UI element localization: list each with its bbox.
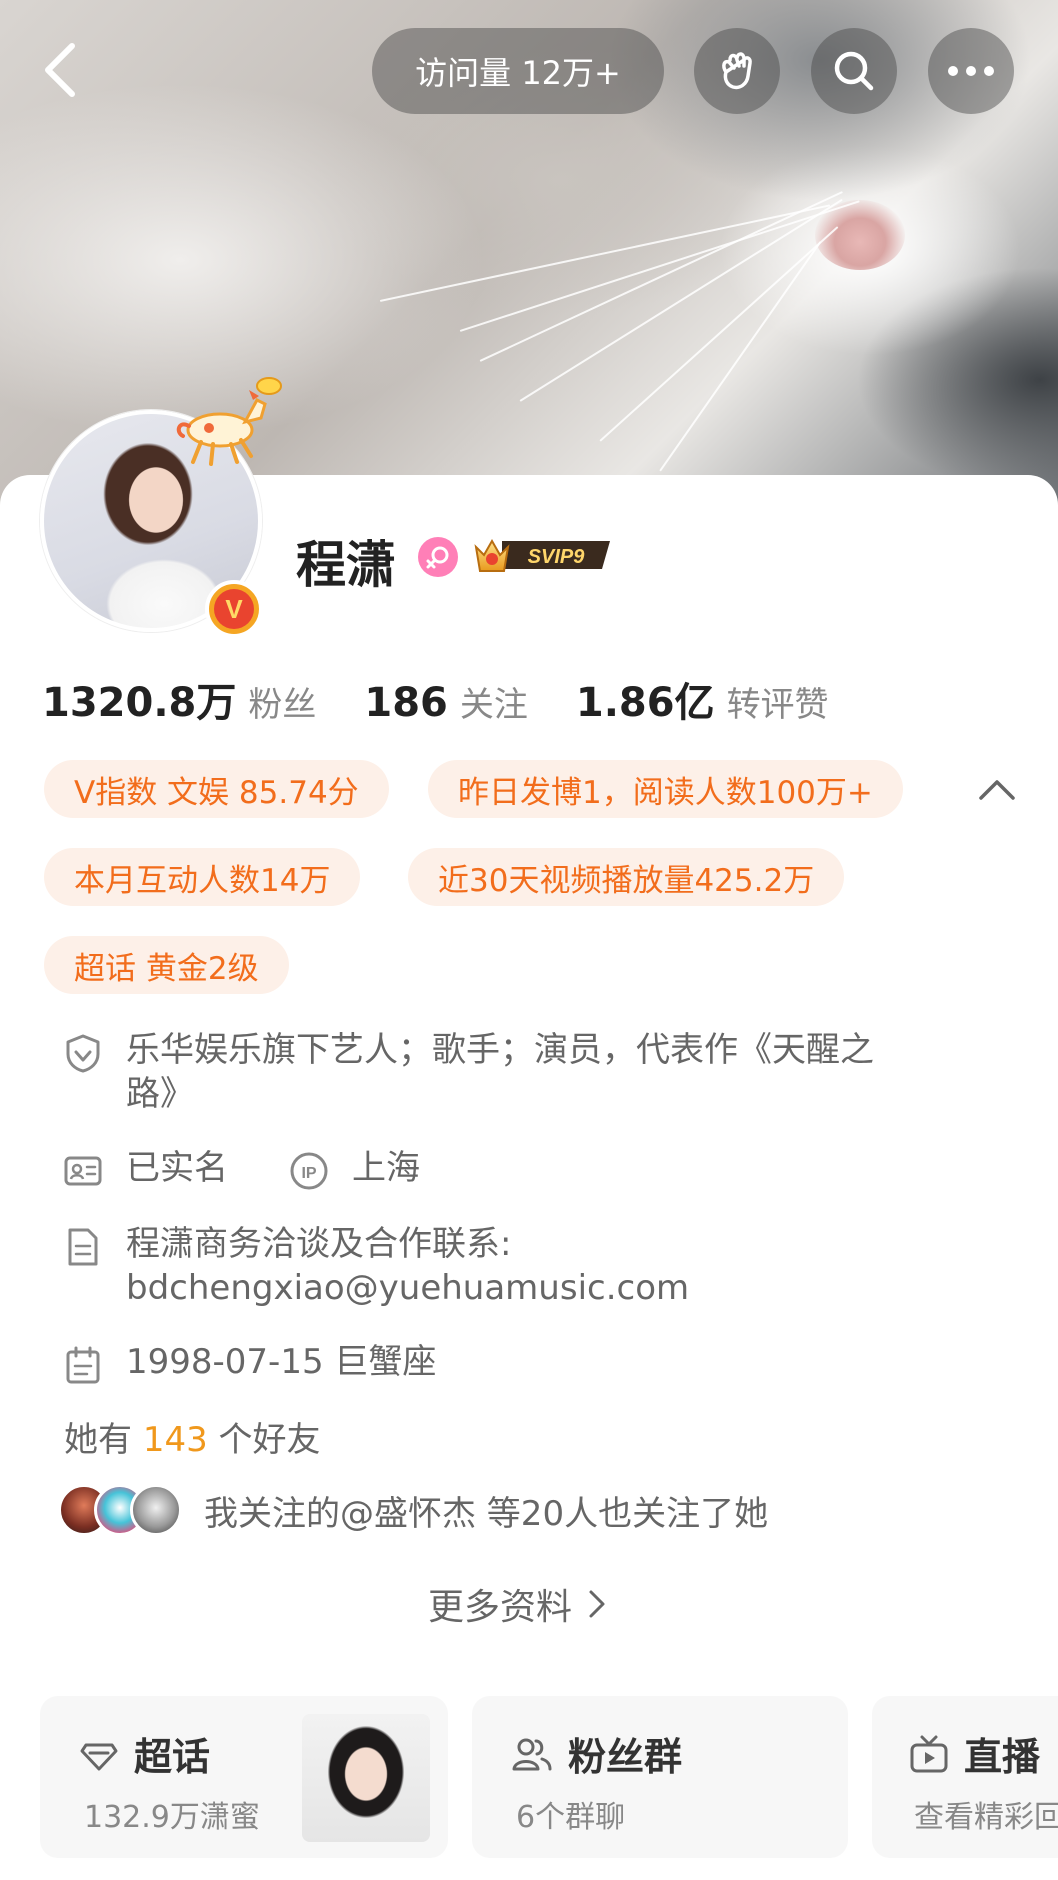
search-button[interactable] — [811, 28, 897, 114]
ip-location-icon: IP — [290, 1152, 328, 1190]
friends-count-row[interactable]: 她有 143 个好友 — [64, 1412, 321, 1461]
collapse-chips-button[interactable] — [975, 772, 1019, 808]
verified-badge: V — [205, 580, 263, 638]
interactions-count: 1.86亿 — [575, 680, 715, 726]
horse-pendant-icon — [176, 377, 282, 466]
more-dots-icon — [948, 66, 994, 76]
fans-label[interactable]: 粉丝 — [248, 677, 316, 726]
visits-pill[interactable]: 访问量 12万+ — [372, 28, 664, 114]
contact-line-1: 程潇商务洽谈及合作联系: — [126, 1224, 512, 1264]
gender-female-icon — [418, 537, 458, 577]
search-icon — [834, 51, 874, 91]
live-tv-icon — [910, 1735, 948, 1772]
friends-prefix: 她有 — [64, 1420, 143, 1460]
chip-yesterday-posts[interactable]: 昨日发博1，阅读人数100万+ — [428, 760, 903, 818]
mutual-followers-row[interactable]: 我关注的@盛怀杰 等20人也关注了她 — [58, 1484, 768, 1536]
chevron-left-icon — [45, 43, 75, 97]
avatar-container[interactable]: V — [40, 377, 282, 638]
chip-video-plays[interactable]: 近30天视频播放量425.2万 — [408, 848, 845, 906]
chip-monthly-interactions[interactable]: 本月互动人数14万 — [44, 848, 361, 906]
mutual-avatar — [130, 1484, 182, 1536]
bio-row: 乐华娱乐旗下艺人；歌手；演员，代表作《天醒之 路》 — [62, 1028, 982, 1116]
supertopic-subtitle: 132.9万潇蜜 — [84, 1800, 260, 1835]
chip-supertopic-level[interactable]: 超话 黄金2级 — [44, 936, 289, 994]
friends-suffix: 个好友 — [207, 1420, 321, 1460]
id-card-icon — [64, 1156, 102, 1186]
chip-v-index[interactable]: V指数 文娱 85.74分 — [44, 760, 389, 818]
whisker — [519, 198, 843, 402]
bio-line-1: 乐华娱乐旗下艺人；歌手；演员，代表作《天醒之 — [126, 1030, 874, 1070]
following-label[interactable]: 关注 — [460, 677, 528, 726]
stats-row: 1320.8万 粉丝 186 关注 1.86亿 转评赞 — [42, 670, 877, 728]
verified-v-icon: V — [214, 589, 254, 629]
supertopic-diamond-icon — [80, 1743, 118, 1770]
whisker — [599, 226, 839, 442]
profile-name: 程潇 — [296, 536, 396, 594]
ip-location-text: 上海 — [352, 1148, 420, 1188]
live-tile[interactable]: 直播 查看精彩回 — [872, 1696, 1058, 1858]
verified-name-text: 已实名 — [126, 1148, 228, 1188]
more-info-label: 更多资料 — [428, 1587, 573, 1628]
contact-row: 程潇商务洽谈及合作联系: bdchengxiao@yuehuamusic.com — [62, 1222, 689, 1310]
fan-group-tile[interactable]: 粉丝群 6个群聊 — [472, 1696, 848, 1858]
whisker — [659, 241, 822, 472]
calendar-icon — [66, 1346, 100, 1384]
wave-hand-icon — [722, 52, 752, 90]
svip-badge[interactable]: SVIP9 — [472, 533, 614, 577]
interactions-label: 转评赞 — [726, 685, 829, 725]
group-people-icon — [512, 1738, 552, 1770]
chevron-right-icon — [589, 1590, 605, 1618]
supertopic-thumbnail — [302, 1714, 430, 1842]
live-title: 直播 — [964, 1735, 1041, 1779]
birthday-row: 1998-07-15 巨蟹座 — [62, 1340, 436, 1386]
visits-label: 访问量 12万+ — [415, 54, 621, 92]
whisker — [379, 204, 831, 302]
chevron-up-icon — [979, 780, 1015, 800]
more-info-link[interactable]: 更多资料 — [428, 1578, 610, 1630]
whisker — [479, 191, 843, 362]
svg-text:IP: IP — [301, 1165, 316, 1182]
birthday-text: 1998-07-15 巨蟹座 — [126, 1342, 437, 1382]
mutual-followers-text: 我关注的@盛怀杰 等20人也关注了她 — [204, 1493, 769, 1534]
identity-row: 已实名 IP 上海 — [62, 1146, 420, 1192]
greet-button[interactable] — [694, 28, 780, 114]
fans-count[interactable]: 1320.8万 — [42, 670, 236, 728]
supertopic-tile[interactable]: 超话 132.9万潇蜜 — [40, 1696, 448, 1858]
supertopic-title: 超话 — [134, 1735, 211, 1779]
back-button[interactable] — [30, 35, 90, 105]
more-button[interactable] — [928, 28, 1014, 114]
following-count[interactable]: 186 — [364, 680, 448, 726]
contact-email[interactable]: bdchengxiao@yuehuamusic.com — [126, 1266, 689, 1310]
fan-group-subtitle: 6个群聊 — [516, 1800, 626, 1835]
fan-group-title: 粉丝群 — [568, 1735, 683, 1779]
friends-count: 143 — [142, 1420, 208, 1460]
shield-verified-icon — [66, 1034, 100, 1073]
live-subtitle: 查看精彩回 — [914, 1800, 1058, 1835]
bio-line-2: 路》 — [126, 1074, 194, 1114]
document-icon — [68, 1228, 98, 1266]
svip-label: SVIP9 — [528, 546, 586, 568]
